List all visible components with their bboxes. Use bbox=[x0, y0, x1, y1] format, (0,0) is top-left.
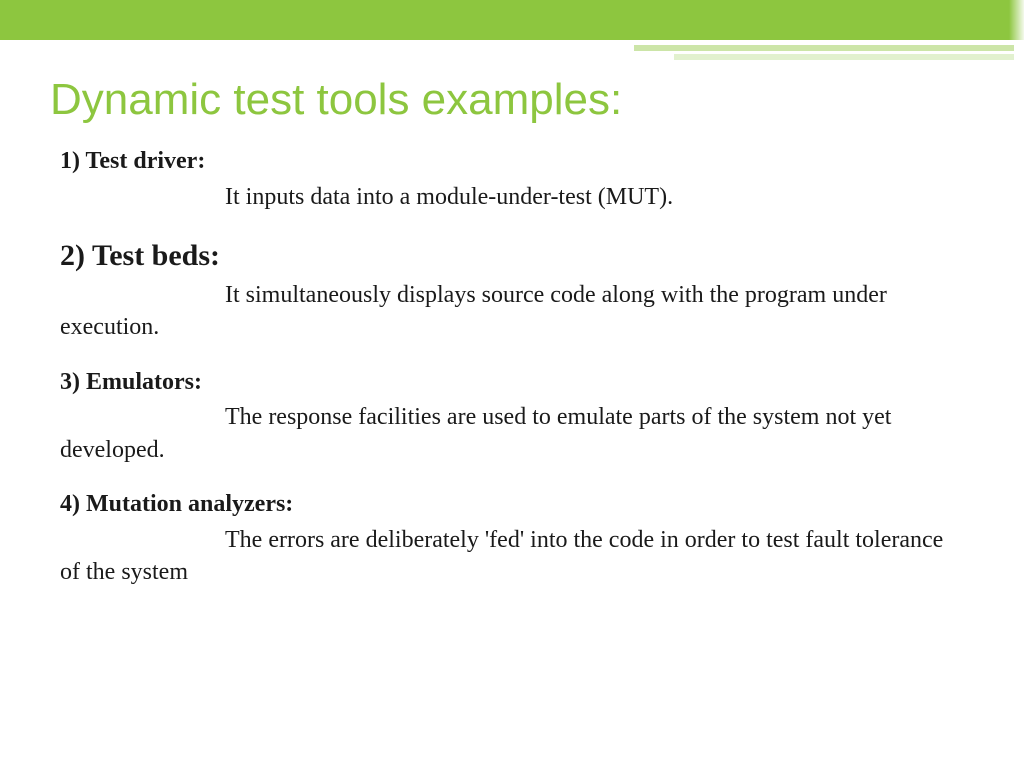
item-description: The response facilities are used to emul… bbox=[60, 401, 954, 466]
item-description: It simultaneously displays source code a… bbox=[60, 279, 954, 344]
slide-top-bar bbox=[0, 0, 1024, 40]
item-heading: 2) Test beds: bbox=[60, 235, 954, 277]
sub-bar-1 bbox=[634, 45, 1014, 51]
item-heading: 1) Test driver: bbox=[60, 145, 954, 179]
item-description-text: It inputs data into a module-under-test … bbox=[225, 184, 673, 210]
item-heading: 3) Emulators: bbox=[60, 366, 954, 400]
list-item: 1) Test driver: It inputs data into a mo… bbox=[60, 145, 954, 213]
list-item: 3) Emulators: The response facilities ar… bbox=[60, 366, 954, 466]
item-description: It inputs data into a module-under-test … bbox=[60, 181, 954, 213]
slide-title: Dynamic test tools examples: bbox=[50, 75, 1024, 125]
item-description-text: The errors are deliberately 'fed' into t… bbox=[60, 527, 943, 585]
item-heading: 4) Mutation analyzers: bbox=[60, 488, 954, 522]
item-description: The errors are deliberately 'fed' into t… bbox=[60, 524, 954, 589]
item-description-text: The response facilities are used to emul… bbox=[60, 404, 891, 462]
decorative-sub-bars bbox=[634, 45, 1014, 60]
sub-bar-2 bbox=[674, 54, 1014, 60]
list-item: 2) Test beds: It simultaneously displays… bbox=[60, 235, 954, 344]
top-bar-fade bbox=[994, 0, 1024, 40]
slide-content: 1) Test driver: It inputs data into a mo… bbox=[0, 145, 1024, 589]
item-description-text: It simultaneously displays source code a… bbox=[60, 282, 887, 340]
list-item: 4) Mutation analyzers: The errors are de… bbox=[60, 488, 954, 588]
